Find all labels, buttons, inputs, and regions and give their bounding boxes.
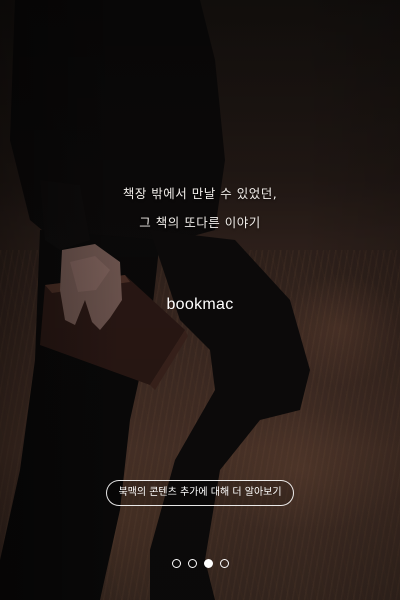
bookmac-logo: bookmac bbox=[166, 296, 234, 313]
tagline-line-1: 책장 밖에서 만날 수 있었던, bbox=[122, 186, 278, 201]
page-dot-2[interactable] bbox=[187, 559, 197, 568]
page-dot-1[interactable] bbox=[171, 559, 181, 568]
page-dot-4[interactable] bbox=[219, 559, 229, 568]
onboarding-screen: 책장 밖에서 만날 수 있었던, 그 책의 또다른 이야기 bookmac 북맥… bbox=[0, 0, 400, 600]
page-indicator bbox=[0, 559, 400, 568]
tagline-line-2: 그 책의 또다른 이야기 bbox=[139, 215, 261, 230]
learn-more-button[interactable]: 북맥의 콘텐츠 추가에 대해 더 알아보기 bbox=[106, 480, 294, 506]
page-dot-3-active[interactable] bbox=[203, 559, 213, 568]
